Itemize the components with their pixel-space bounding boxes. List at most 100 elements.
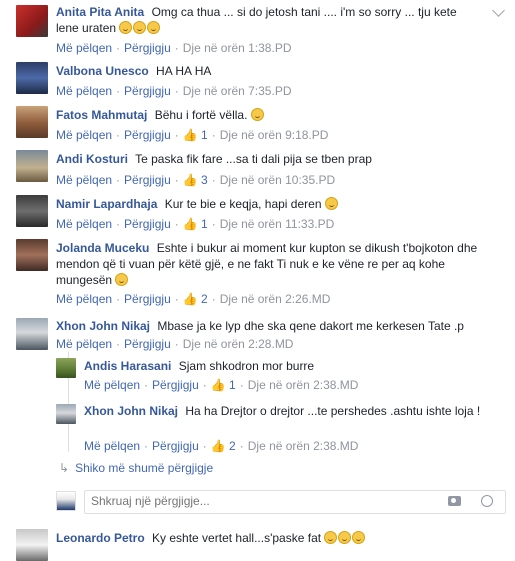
avatar[interactable]	[16, 529, 48, 561]
reply-button[interactable]: Përgjigju	[124, 292, 171, 306]
like-count[interactable]: 1	[229, 378, 236, 392]
reply-input[interactable]	[85, 491, 421, 511]
reply-button[interactable]: Përgjigju	[124, 128, 171, 142]
timestamp[interactable]: Dje në orën 2:38.MD	[248, 378, 359, 392]
comment: Andi Kosturi Te paska fik fare ...sa ti …	[0, 148, 515, 190]
emoji-icon	[324, 197, 338, 210]
like-button[interactable]: Më pëlqen	[84, 378, 140, 392]
like-count[interactable]: 2	[201, 292, 208, 306]
reply-text: Ha ha Drejtor o drejtor ...te pershedes …	[185, 404, 481, 418]
emoji-icon	[115, 273, 129, 286]
emoji-icon	[324, 531, 338, 544]
like-button[interactable]: Më pëlqen	[56, 128, 112, 142]
timestamp[interactable]: Dje në orën 7:35.PD	[183, 84, 292, 98]
reply-author[interactable]: Xhon John Nikaj	[84, 404, 178, 418]
comment-author[interactable]: Anita Pita Anita	[56, 5, 144, 19]
reply-button[interactable]: Përgjigju	[152, 378, 199, 392]
comment-author[interactable]: Fatos Mahmutaj	[56, 108, 147, 122]
comment-actions: Më pëlqen · Përgjigju · Dje në orën 1:38.PD	[56, 41, 292, 55]
camera-icon[interactable]	[448, 496, 461, 506]
comment-actions: Më pëlqen · Përgjigju · 👍 3 · Dje në orën 10:3…	[56, 173, 336, 187]
like-button[interactable]: Më pëlqen	[56, 292, 112, 306]
avatar[interactable]	[56, 404, 76, 424]
timestamp[interactable]: Dje në orën 2:28.MD	[183, 337, 294, 351]
reply-button[interactable]: Përgjigju	[124, 84, 171, 98]
reply-button[interactable]: Përgjigju	[124, 217, 171, 231]
comment-author[interactable]: Leonardo Petro	[56, 531, 145, 545]
avatar[interactable]	[16, 5, 48, 37]
like-count[interactable]: 3	[201, 173, 208, 187]
comment: Xhon John Nikaj Mbase ja ke lyp dhe ska …	[0, 316, 515, 354]
avatar[interactable]	[16, 239, 48, 271]
reply-button[interactable]: Përgjigju	[152, 439, 199, 453]
like-button[interactable]: Më pëlqen	[56, 217, 112, 231]
comment-author[interactable]: Namir Lapardhaja	[56, 197, 157, 211]
comment-text: Mbase ja ke lyp dhe ska qene dakort me k…	[157, 319, 464, 333]
like-button[interactable]: Më pëlqen	[56, 41, 112, 55]
reply-actions: Më pëlqen · Përgjigju · 👍 1 · Dje në orën 2:38…	[84, 378, 359, 392]
comment: Jolanda Muceku Eshte i bukur ai moment k…	[0, 237, 515, 313]
like-button[interactable]: Më pëlqen	[56, 84, 112, 98]
avatar	[56, 491, 76, 511]
timestamp[interactable]: Dje në orën 10:35.PD	[220, 173, 335, 187]
like-count[interactable]: 2	[229, 439, 236, 453]
comment: Leonardo Petro Ky eshte vertet hall...s'…	[0, 527, 515, 561]
more-replies-link[interactable]: ↳ Shiko më shumë përgjigje	[59, 461, 213, 475]
comment-author[interactable]: Xhon John Nikaj	[56, 319, 150, 333]
emoji-icon	[119, 21, 133, 34]
thumbs-up-icon[interactable]: 👍	[183, 128, 198, 142]
timestamp[interactable]: Dje në orën 11:33.PD	[220, 217, 335, 231]
comment-text: Ky eshte vertet hall...s'paske fat	[152, 531, 322, 545]
reply-button[interactable]: Përgjigju	[124, 173, 171, 187]
comment-text: HA HA HA	[156, 64, 212, 78]
like-count[interactable]: 1	[201, 128, 208, 142]
emoji-icon	[133, 21, 147, 34]
avatar[interactable]	[16, 150, 48, 182]
like-button[interactable]: Më pëlqen	[56, 173, 112, 187]
thumbs-up-icon[interactable]: 👍	[183, 292, 198, 306]
comment: Anita Pita Anita Omg ca thua ... si do j…	[0, 0, 515, 58]
timestamp[interactable]: Dje në orën 2:26.MD	[220, 292, 331, 306]
avatar[interactable]	[56, 358, 76, 378]
avatar[interactable]	[16, 106, 48, 138]
comment-author[interactable]: Andi Kosturi	[56, 152, 128, 166]
avatar[interactable]	[16, 318, 48, 350]
comment: Namir Lapardhaja Kur te bie e keqja, hap…	[0, 193, 515, 235]
timestamp[interactable]: Dje në orën 9:18.PD	[220, 128, 329, 142]
reply-text: Sjam shkodron mor burre	[178, 359, 315, 373]
emoji-icon	[147, 21, 161, 34]
avatar[interactable]	[16, 195, 48, 227]
comment-actions: Më pëlqen · Përgjigju · 👍 1 · Dje në orën 9:18…	[56, 128, 329, 142]
comment: Valbona Unesco HA HA HA Më pëlqen · Përgji…	[0, 60, 515, 102]
comment-author[interactable]: Valbona Unesco	[56, 64, 149, 78]
like-button[interactable]: Më pëlqen	[84, 439, 140, 453]
reply-button[interactable]: Përgjigju	[124, 337, 171, 351]
reply-input-box	[84, 490, 506, 514]
emoji-icon	[250, 108, 264, 121]
like-button[interactable]: Më pëlqen	[56, 337, 112, 351]
comment-text: Te paska fik fare ...sa ti dali pija se …	[135, 152, 372, 166]
like-count[interactable]: 1	[201, 217, 208, 231]
thumbs-up-icon[interactable]: 👍	[183, 173, 198, 187]
thumbs-up-icon[interactable]: 👍	[211, 439, 226, 453]
comment-actions: Më pëlqen · Përgjigju · 👍 2 · Dje në orën 2:26…	[56, 292, 331, 306]
timestamp[interactable]: Dje në orën 2:38.MD	[248, 439, 359, 453]
reply: Andis Harasani Sjam shkodron mor burre M…	[0, 356, 515, 396]
reply: Xhon John Nikaj Ha ha Drejtor o drejtor …	[0, 402, 515, 458]
emoji-icon[interactable]	[481, 495, 493, 507]
timestamp[interactable]: Dje në orën 1:38.PD	[183, 41, 292, 55]
thumbs-up-icon[interactable]: 👍	[211, 378, 226, 392]
comment-text: Bëhu i fortë vëlla.	[154, 108, 248, 122]
reply-button[interactable]: Përgjigju	[124, 41, 171, 55]
emoji-icon	[352, 531, 366, 544]
comment-actions: Më pëlqen · Përgjigju · 👍 1 · Dje në orën 11:3…	[56, 217, 335, 231]
reply-arrow-icon: ↳	[59, 461, 70, 475]
avatar[interactable]	[16, 62, 48, 94]
emoji-icon	[338, 531, 352, 544]
chevron-down-icon[interactable]	[492, 4, 505, 17]
comment-actions: Më pëlqen · Përgjigju · Dje në orën 2:28.MD	[56, 337, 294, 351]
reply-author[interactable]: Andis Harasani	[84, 359, 171, 373]
thumbs-up-icon[interactable]: 👍	[183, 217, 198, 231]
comment: Fatos Mahmutaj Bëhu i fortë vëlla. Më pë…	[0, 104, 515, 146]
comment-author[interactable]: Jolanda Muceku	[56, 241, 149, 255]
